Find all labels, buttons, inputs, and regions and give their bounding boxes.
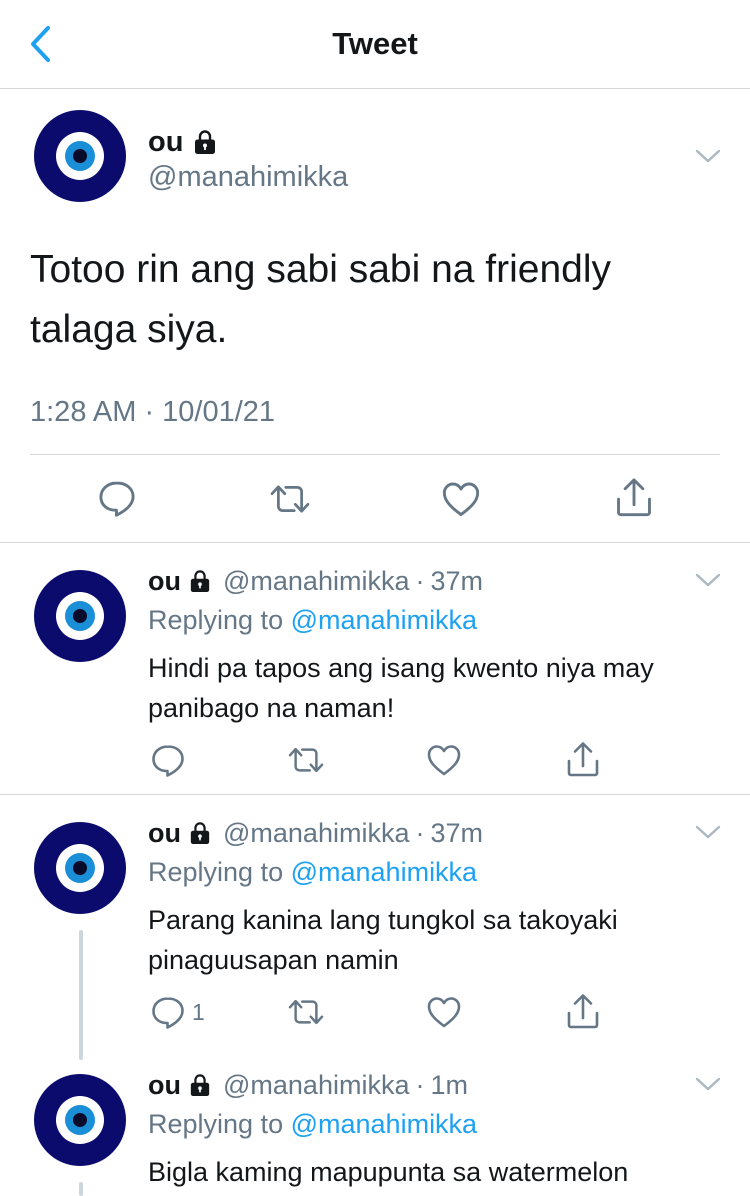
replying-to: Replying to @manahimikka [148, 603, 477, 637]
retweet-button[interactable] [286, 743, 326, 777]
avatar[interactable] [34, 1074, 126, 1166]
author-handle[interactable]: @manahimikka [223, 1068, 409, 1102]
divider [0, 794, 750, 795]
mention-link[interactable]: @manahimikka [291, 1109, 477, 1139]
reply-header: ou @manahimikka · 1m [148, 1068, 468, 1102]
lock-icon [189, 569, 211, 593]
reply-icon [150, 994, 186, 1030]
share-icon [614, 476, 654, 518]
replying-label: Replying to [148, 1109, 284, 1139]
heart-icon [426, 995, 462, 1029]
reply-time[interactable]: 37m [430, 816, 483, 850]
chevron-down-icon[interactable] [694, 146, 722, 166]
separator-dot: · [415, 818, 425, 848]
reply-header: ou @manahimikka · 37m [148, 564, 483, 598]
replying-label: Replying to [148, 857, 284, 887]
chevron-down-icon[interactable] [694, 570, 722, 590]
divider [0, 542, 750, 543]
retweet-button[interactable] [268, 480, 312, 518]
author-handle[interactable]: @manahimikka [223, 816, 409, 850]
replying-to: Replying to @manahimikka [148, 1107, 477, 1141]
separator-dot: · [415, 1070, 425, 1100]
reply-header: ou @manahimikka · 37m [148, 816, 483, 850]
heart-icon [426, 743, 462, 777]
reply-icon [150, 742, 186, 778]
reply-text: Hindi pa tapos ang isang kwento niya may… [148, 653, 654, 723]
reply-text: Bigla kaming mapupunta sa watermelon [148, 1157, 629, 1187]
author-name[interactable]: ou [148, 1068, 181, 1102]
author-name[interactable]: ou [148, 124, 217, 160]
author-name-text: ou [148, 126, 184, 158]
mention-link[interactable]: @manahimikka [291, 605, 477, 635]
page-title: Tweet [332, 26, 418, 61]
heart-icon [441, 480, 481, 518]
reply-button[interactable]: 1 [150, 994, 205, 1030]
retweet-icon [286, 743, 326, 777]
nav-bar: Tweet [0, 0, 750, 89]
avatar[interactable] [34, 110, 126, 202]
author-handle[interactable]: @manahimikka [223, 564, 409, 598]
chevron-down-icon[interactable] [694, 1074, 722, 1094]
chevron-down-icon[interactable] [694, 822, 722, 842]
lock-icon [193, 129, 217, 155]
retweet-icon [286, 995, 326, 1029]
thread-line [79, 930, 83, 1060]
reply-text: Parang kanina lang tungkol sa takoyaki p… [148, 905, 618, 975]
share-icon [565, 740, 601, 778]
reply-time[interactable]: 1m [430, 1068, 468, 1102]
tweet-text: Totoo rin ang sabi sabi na friendly tala… [30, 248, 612, 351]
share-icon [565, 992, 601, 1030]
reply-button[interactable] [97, 478, 137, 518]
share-button[interactable] [614, 476, 654, 518]
replying-to: Replying to @manahimikka [148, 855, 477, 889]
share-button[interactable] [565, 992, 601, 1030]
author-name[interactable]: ou [148, 816, 181, 850]
share-button[interactable] [565, 740, 601, 778]
reply-time[interactable]: 37m [430, 564, 483, 598]
avatar[interactable] [34, 822, 126, 914]
retweet-icon [268, 480, 312, 518]
replying-label: Replying to [148, 605, 284, 635]
like-button[interactable] [426, 743, 462, 777]
author-handle[interactable]: @manahimikka [148, 160, 348, 194]
retweet-button[interactable] [286, 995, 326, 1029]
mention-link[interactable]: @manahimikka [291, 857, 477, 887]
reply-icon [97, 478, 137, 518]
lock-icon [189, 1073, 211, 1097]
separator-dot: · [415, 566, 425, 596]
thread-line [79, 1182, 83, 1196]
reply-button[interactable] [150, 742, 186, 778]
avatar[interactable] [34, 570, 126, 662]
divider [30, 454, 720, 455]
reply-count: 1 [192, 998, 205, 1025]
author-name[interactable]: ou [148, 564, 181, 598]
lock-icon [189, 821, 211, 845]
tweet-timestamp[interactable]: 1:28 AM · 10/01/21 [30, 394, 275, 430]
like-button[interactable] [441, 480, 481, 518]
like-button[interactable] [426, 995, 462, 1029]
